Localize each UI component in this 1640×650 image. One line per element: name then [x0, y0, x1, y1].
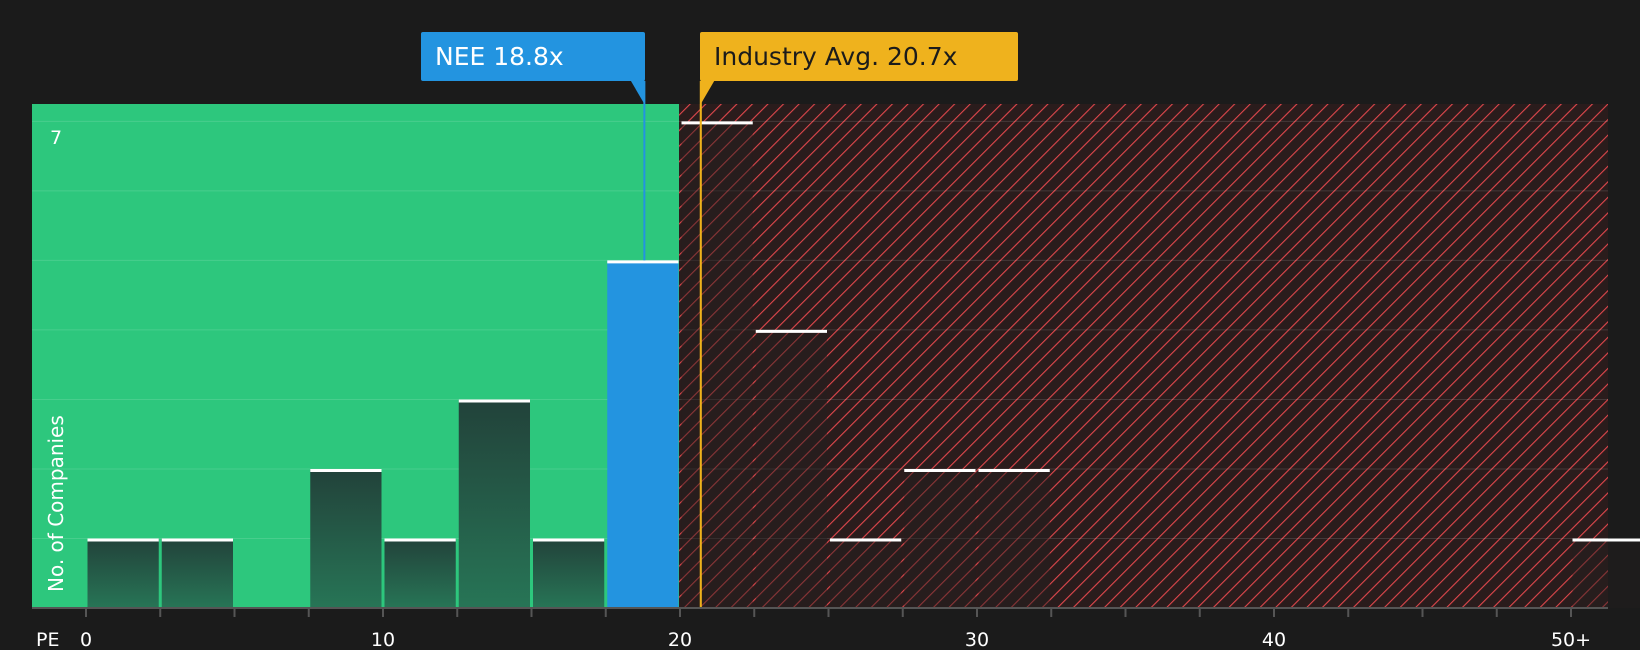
x-tick-label: 50+ [1551, 629, 1591, 650]
histogram-bar [87, 538, 159, 608]
industry-avg-band [699, 104, 702, 608]
histogram-bar [310, 468, 382, 608]
industry-avg-pe-label: Industry Avg. 20.7x [700, 32, 1018, 81]
histogram-bar [533, 538, 605, 608]
histogram-bar [830, 538, 902, 608]
histogram-bar [755, 329, 827, 608]
histogram-bar [1572, 538, 1640, 608]
industry-callout-pointer [700, 80, 715, 104]
x-tick-label: 10 [371, 629, 395, 650]
y-tick-label: 7 [50, 127, 62, 149]
pe-histogram-chart: 0 10 20 30 40 50+ PE 7 No. of Companies [32, 80, 1640, 650]
x-axis-label: PE [36, 629, 59, 650]
histogram-bar [904, 468, 976, 608]
company-pe-label: NEE 18.8x [421, 32, 645, 81]
histogram-bar [384, 538, 456, 608]
company-callout-pointer [630, 80, 645, 104]
company-bar [607, 260, 679, 608]
x-tick-label: 30 [965, 629, 989, 650]
y-axis-label: No. of Companies [44, 415, 68, 592]
histogram-bar [681, 121, 753, 609]
x-tick-label: 40 [1262, 629, 1286, 650]
x-tick-label: 20 [668, 629, 692, 650]
histogram-bar [978, 468, 1050, 608]
histogram-bar [161, 538, 233, 608]
x-tick-label: 0 [80, 629, 92, 650]
histogram-bar [458, 399, 530, 608]
